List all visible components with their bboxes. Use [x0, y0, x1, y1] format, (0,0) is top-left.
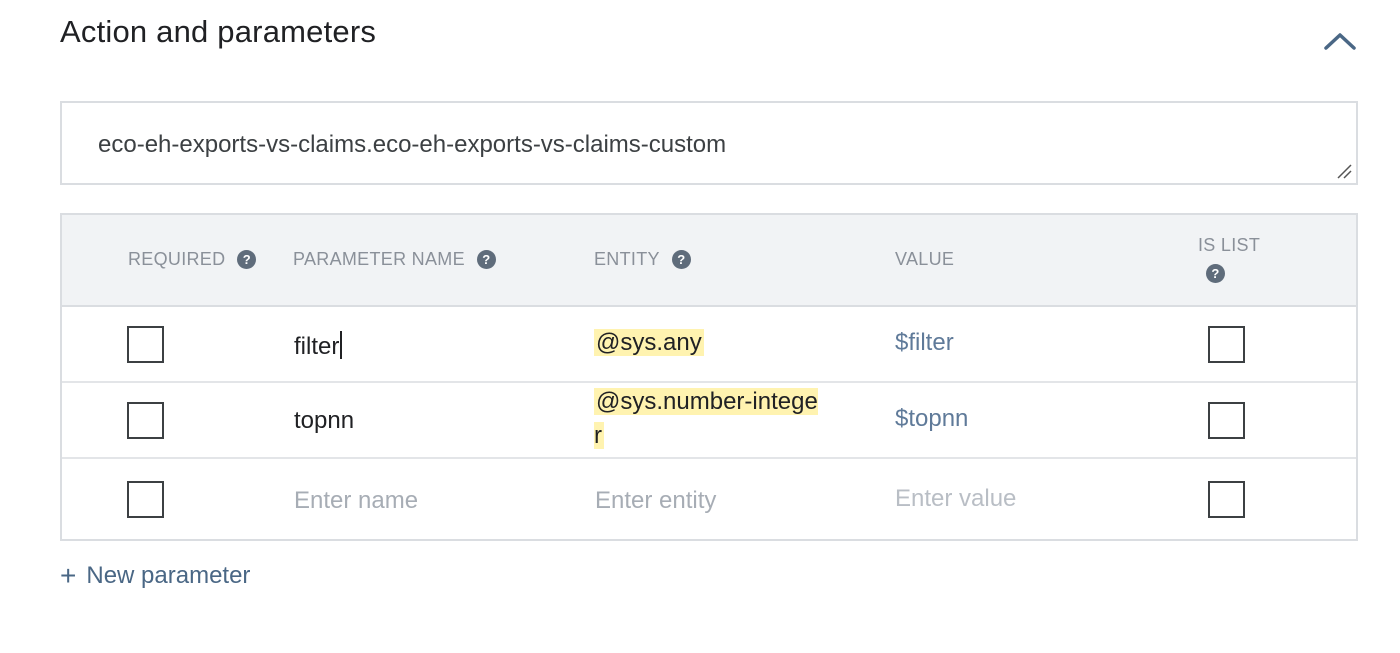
- action-value: eco-eh-exports-vs-claims.eco-eh-exports-…: [98, 131, 727, 158]
- chevron-up-icon: [1324, 33, 1356, 50]
- value-input[interactable]: $topnn: [895, 405, 968, 433]
- table-row: filter @sys.any $filter: [62, 307, 1356, 383]
- help-circle-icon[interactable]: ?: [237, 250, 257, 269]
- entity-input[interactable]: @sys.any: [594, 329, 704, 357]
- entity-chip: @sys.number-integer: [594, 388, 818, 449]
- header-value: VALUE: [895, 249, 955, 269]
- value-input[interactable]: $filter: [895, 329, 954, 357]
- value-input[interactable]: Enter value: [895, 485, 1016, 513]
- text-cursor: [340, 331, 343, 359]
- header-required: REQUIRED ?: [128, 249, 257, 270]
- new-parameter-button[interactable]: + New parameter: [60, 562, 250, 590]
- parameter-name-input[interactable]: filter: [294, 331, 343, 361]
- help-circle-icon[interactable]: ?: [671, 250, 691, 269]
- entity-chip: @sys.any: [594, 329, 704, 356]
- is-list-checkbox[interactable]: [1208, 402, 1245, 439]
- required-checkbox[interactable]: [127, 481, 164, 518]
- new-parameter-label: New parameter: [86, 562, 251, 589]
- is-list-checkbox[interactable]: [1208, 481, 1245, 518]
- section-title: Action and parameters: [60, 14, 377, 49]
- parameter-name-input[interactable]: topnn: [294, 407, 354, 435]
- help-circle-icon[interactable]: ?: [1206, 264, 1225, 283]
- table-row: topnn @sys.number-integer $topnn: [62, 383, 1356, 459]
- header-is-list: IS LIST ?: [1198, 235, 1261, 283]
- action-textarea[interactable]: eco-eh-exports-vs-claims.eco-eh-exports-…: [60, 101, 1358, 185]
- table-row-new: Enter name Enter entity Enter value: [62, 459, 1356, 541]
- parameter-name-input[interactable]: Enter name: [294, 487, 418, 515]
- help-circle-icon[interactable]: ?: [476, 250, 496, 269]
- entity-input[interactable]: @sys.number-integer: [594, 385, 826, 453]
- header-entity: ENTITY ?: [594, 249, 691, 270]
- collapse-button[interactable]: [1320, 24, 1360, 58]
- required-checkbox[interactable]: [127, 326, 164, 363]
- is-list-checkbox[interactable]: [1208, 326, 1245, 363]
- resize-grip-icon[interactable]: [1336, 163, 1352, 179]
- plus-icon: +: [60, 560, 77, 591]
- header-parameter-name: PARAMETER NAME ?: [293, 249, 496, 270]
- required-checkbox[interactable]: [127, 402, 164, 439]
- parameters-table: REQUIRED ? PARAMETER NAME ? ENTITY ? VAL…: [60, 213, 1358, 541]
- table-header: REQUIRED ? PARAMETER NAME ? ENTITY ? VAL…: [62, 215, 1356, 307]
- action-parameters-panel: Action and parameters eco-eh-exports-vs-…: [0, 0, 1400, 653]
- entity-input[interactable]: Enter entity: [595, 487, 716, 515]
